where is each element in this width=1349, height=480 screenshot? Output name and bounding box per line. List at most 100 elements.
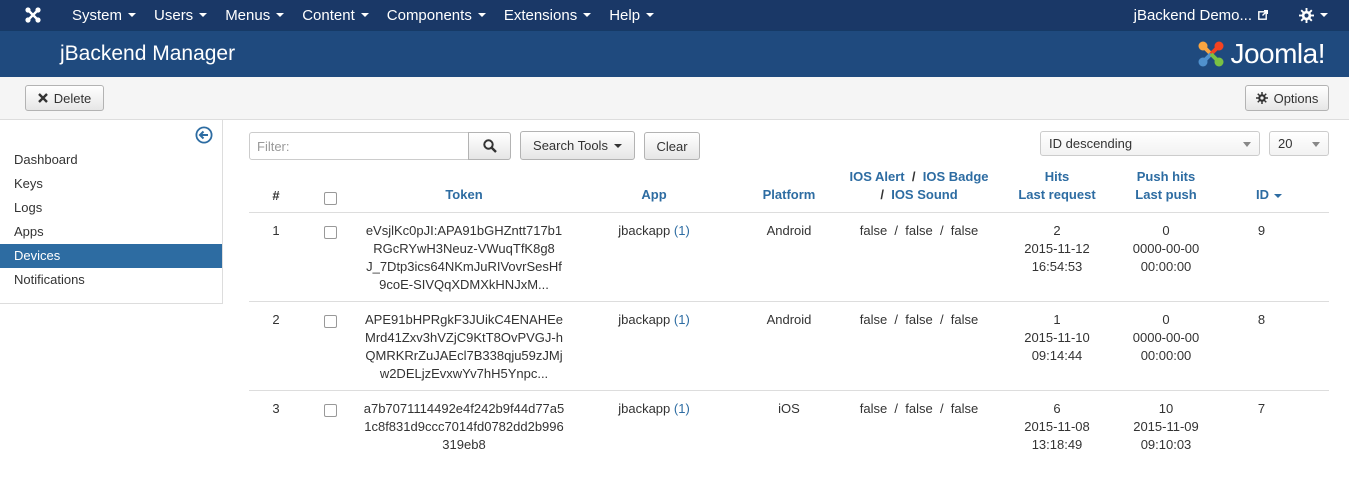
token-line: Mrd41Zxv3hVZjC9KtT8OvPVGJ-h bbox=[365, 330, 563, 345]
caret-down-icon bbox=[613, 143, 622, 148]
token-line: 1c8f831d9ccc7014fd0782dd2b996 bbox=[364, 419, 564, 434]
admin-menubar: System Users Menus Content Components Ex… bbox=[0, 0, 1349, 30]
token-cell: a7b7071114492e4f242b9f44d77a5 1c8f831d9c… bbox=[359, 400, 569, 454]
menu-menus[interactable]: Menus bbox=[216, 0, 293, 30]
row-checkbox[interactable] bbox=[324, 404, 337, 417]
collapse-sidebar-icon[interactable] bbox=[195, 126, 213, 144]
col-header-id-label: ID bbox=[1256, 187, 1269, 202]
close-icon bbox=[37, 93, 48, 103]
col-header-id[interactable]: ID bbox=[1244, 186, 1294, 204]
select-arrow-icon bbox=[1243, 142, 1251, 147]
push-hits-count: 0 bbox=[1162, 312, 1170, 327]
sidebar-item-apps[interactable]: Apps bbox=[0, 220, 222, 244]
sidebar-item-devices[interactable]: Devices bbox=[0, 244, 222, 268]
token-line: 9coE-SIVQqXDMXkHNJxM... bbox=[379, 277, 549, 292]
menu-users-label: Users bbox=[154, 6, 194, 24]
token-line: a7b7071114492e4f242b9f44d77a5 bbox=[363, 401, 565, 416]
app-name: jbackapp bbox=[618, 401, 671, 416]
separator: / bbox=[880, 187, 884, 202]
menu-extensions[interactable]: Extensions bbox=[495, 0, 600, 30]
col-header-token[interactable]: Token bbox=[399, 186, 529, 204]
user-settings-menu[interactable] bbox=[1299, 7, 1328, 23]
hits-cell: 2 2015-11-12 16:54:53 bbox=[1007, 222, 1107, 276]
caret-down-icon bbox=[199, 13, 208, 17]
col-header-ios-alert[interactable]: IOS Alert bbox=[849, 169, 904, 184]
last-push-date: 2015-11-09 bbox=[1133, 419, 1199, 434]
clear-button[interactable]: Clear bbox=[644, 132, 700, 160]
caret-down-icon bbox=[1320, 13, 1328, 17]
joomla-brand-logo-icon bbox=[1198, 41, 1224, 67]
caret-down-icon bbox=[360, 13, 369, 17]
search-tools-button[interactable]: Search Tools bbox=[520, 131, 635, 160]
app-count-link[interactable]: (1) bbox=[674, 401, 690, 416]
app-count-link[interactable]: (1) bbox=[674, 223, 690, 238]
row-checkbox[interactable] bbox=[324, 226, 337, 239]
hits-count: 1 bbox=[1053, 312, 1061, 327]
table-row: 1 eVsjlKc0pJI:APA91bGHZntt717b1 RGcRYwH3… bbox=[249, 213, 1329, 302]
ios-flags-header-line2: / IOS Sound bbox=[834, 186, 1004, 204]
col-header-platform[interactable]: Platform bbox=[749, 186, 829, 204]
app-count-link[interactable]: (1) bbox=[674, 312, 690, 327]
token-line: eVsjlKc0pJI:APA91bGHZntt717b1 bbox=[365, 223, 563, 238]
id-cell: 7 bbox=[1257, 401, 1266, 416]
main-menu: System Users Menus Content Components Ex… bbox=[63, 0, 663, 30]
caret-down-icon bbox=[583, 13, 592, 17]
last-request-date: 2015-11-12 bbox=[1024, 241, 1090, 256]
joomla-brand: Joomla! bbox=[1196, 38, 1325, 70]
list-limit-select[interactable]: 20 bbox=[1269, 131, 1329, 156]
row-number: 3 bbox=[272, 401, 280, 416]
list-limit-value: 20 bbox=[1278, 136, 1293, 151]
token-line: 319eb8 bbox=[442, 437, 486, 452]
col-header-last-push[interactable]: Last push bbox=[1116, 186, 1216, 204]
hits-cell: 6 2015-11-08 13:18:49 bbox=[1007, 400, 1107, 454]
push-cell: 0 0000-00-00 00:00:00 bbox=[1116, 311, 1216, 365]
col-header-ios-badge[interactable]: IOS Badge bbox=[923, 169, 989, 184]
joomla-logo-icon[interactable] bbox=[21, 3, 45, 27]
col-header-hits-label[interactable]: Hits bbox=[1007, 168, 1107, 186]
menu-system-label: System bbox=[72, 6, 123, 24]
col-header-ios-flags: IOS Alert / IOS Badge / IOS Sound bbox=[834, 168, 1004, 204]
ios-flags-cell: false / false / false bbox=[859, 223, 979, 238]
menu-help[interactable]: Help bbox=[600, 0, 663, 30]
sidebar-item-dashboard[interactable]: Dashboard bbox=[0, 148, 222, 172]
delete-button[interactable]: Delete bbox=[25, 85, 104, 111]
menu-components[interactable]: Components bbox=[378, 0, 495, 30]
token-line: QMRKRrZuJAEcl7B338qju59zJMj bbox=[365, 348, 563, 363]
menu-system[interactable]: System bbox=[63, 0, 145, 30]
token-line: RGcRYwH3Neuz-VWuqTfK8g8 bbox=[373, 241, 555, 256]
row-number: 1 bbox=[272, 223, 280, 238]
last-push-date: 0000-00-00 bbox=[1132, 330, 1200, 345]
menu-menus-label: Menus bbox=[225, 6, 271, 24]
sidebar-item-keys[interactable]: Keys bbox=[0, 172, 222, 196]
external-link-icon bbox=[1258, 10, 1268, 20]
menu-content[interactable]: Content bbox=[293, 0, 378, 30]
row-checkbox[interactable] bbox=[324, 315, 337, 328]
table-row: 3 a7b7071114492e4f242b9f44d77a5 1c8f831d… bbox=[249, 391, 1329, 480]
search-button[interactable] bbox=[468, 132, 511, 160]
sidebar-item-logs[interactable]: Logs bbox=[0, 196, 222, 220]
site-link[interactable]: jBackend Demo... bbox=[1134, 7, 1268, 24]
menu-users[interactable]: Users bbox=[145, 0, 216, 30]
token-cell: eVsjlKc0pJI:APA91bGHZntt717b1 RGcRYwH3Ne… bbox=[359, 222, 569, 294]
col-header-last-request[interactable]: Last request bbox=[1007, 186, 1107, 204]
id-cell: 9 bbox=[1257, 223, 1266, 238]
app-cell: jbackapp (1) bbox=[594, 311, 714, 329]
col-header-app[interactable]: App bbox=[594, 186, 714, 204]
token-line: APE91bHPRgkF3JUikC4ENAHEe bbox=[365, 312, 563, 327]
caret-down-icon bbox=[128, 13, 137, 17]
ios-flags-cell: false / false / false bbox=[859, 401, 979, 416]
options-button[interactable]: Options bbox=[1245, 85, 1329, 111]
hits-count: 2 bbox=[1053, 223, 1061, 238]
options-label: Options bbox=[1273, 90, 1319, 106]
sidebar-item-notifications[interactable]: Notifications bbox=[0, 268, 222, 292]
col-header-num: # bbox=[272, 188, 280, 203]
hits-count: 6 bbox=[1053, 401, 1061, 416]
push-hits-count: 10 bbox=[1158, 401, 1174, 416]
col-header-ios-sound[interactable]: IOS Sound bbox=[891, 187, 957, 202]
last-push-time: 09:10:03 bbox=[1140, 437, 1192, 452]
select-all-checkbox[interactable] bbox=[324, 192, 337, 205]
filter-input[interactable] bbox=[249, 132, 469, 160]
hits-cell: 1 2015-11-10 09:14:44 bbox=[1007, 311, 1107, 365]
sort-select[interactable]: ID descending bbox=[1040, 131, 1260, 156]
col-header-push-hits[interactable]: Push hits bbox=[1116, 168, 1216, 186]
